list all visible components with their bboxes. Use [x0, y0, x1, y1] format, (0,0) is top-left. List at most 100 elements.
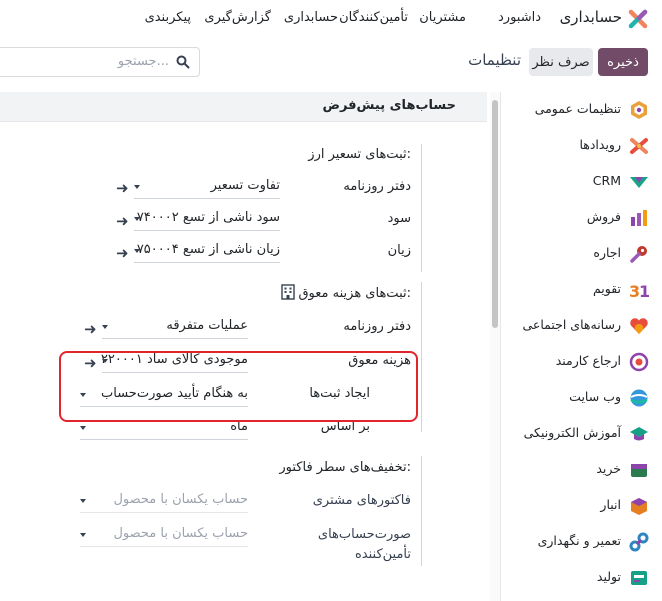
- sidebar-item-events[interactable]: رویدادها: [501, 128, 662, 164]
- crm-icon: [630, 177, 648, 188]
- internal-link-arrow-icon[interactable]: ➜: [116, 214, 129, 229]
- menu-customers[interactable]: مشتریان: [419, 10, 466, 25]
- loss-label: زیان: [387, 243, 411, 258]
- app-name[interactable]: حسابداری: [560, 8, 622, 26]
- sidebar-item-label: وب سایت: [569, 389, 621, 404]
- calendar-icon: 31: [629, 282, 649, 300]
- sidebar-item-general-settings[interactable]: تنظیمات عمومی: [501, 92, 662, 128]
- general-settings-icon: [631, 101, 647, 119]
- sidebar-item-employee-referral[interactable]: ارجاع کارمند: [501, 344, 662, 380]
- menu-vendors[interactable]: تأمین‌کنندگان: [339, 10, 408, 25]
- sidebar-item-label: آموزش الکترونیکی: [523, 425, 621, 440]
- sidebar-item-label: رسانه‌های اجتماعی: [522, 317, 621, 332]
- section-header: حساب‌های پیش‌فرض: [0, 92, 487, 122]
- elearning-icon: [630, 427, 648, 441]
- sidebar-item-social-media[interactable]: رسانه‌های اجتماعی: [501, 308, 662, 344]
- scrollbar-thumb[interactable]: [492, 100, 498, 328]
- dropdown-caret-icon[interactable]: [102, 325, 108, 329]
- sidebar-item-label: رویدادها: [579, 137, 621, 152]
- svg-text:1: 1: [639, 282, 649, 300]
- menu-accounting[interactable]: حسابداری: [284, 10, 338, 25]
- employee-referral-icon: [629, 352, 649, 372]
- deferred-journal-value: عملیات متفرقه: [166, 318, 248, 333]
- internal-link-arrow-icon[interactable]: ➜: [84, 322, 97, 337]
- sidebar-item-label: اجاره: [593, 245, 621, 260]
- section-title: حساب‌های پیش‌فرض: [322, 98, 456, 113]
- discard-button[interactable]: صرف نظر: [529, 48, 593, 76]
- accounting-app-icon[interactable]: [628, 9, 648, 29]
- manufacturing-icon: [631, 571, 647, 585]
- sidebar-item-maintenance[interactable]: تعمیر و نگهداری: [501, 524, 662, 560]
- inventory-icon: [631, 498, 647, 515]
- vendor-bills-label-line2: تأمین‌کننده: [354, 547, 411, 562]
- discount-group-title: تخفیف‌های سطر فاکتور:: [279, 460, 411, 475]
- search-placeholder: جستجو...: [117, 54, 169, 69]
- sidebar-item-label: CRM: [592, 173, 621, 188]
- sidebar-item-crm[interactable]: CRM: [501, 164, 662, 200]
- deferred-journal-field[interactable]: عملیات متفرقه: [102, 317, 248, 339]
- vendor-bills-label-line1: صورت‌حساب‌های: [317, 527, 411, 542]
- loss-account-value: ۷۵۰۰۰۴ زیان ناشی از تسع: [136, 242, 280, 257]
- page-title: تنظیمات: [468, 51, 521, 69]
- sidebar-item-website[interactable]: وب سایت: [501, 380, 662, 416]
- settings-sidebar: تنظیمات عمومی رویدادها CRM فروش اجاره 31…: [500, 92, 662, 601]
- settings-scrollbar[interactable]: [490, 92, 500, 601]
- control-panel: ذخیره صرف نظر تنظیمات جستجو...: [0, 40, 662, 84]
- exchange-journal-value: تفاوت تسعیر: [210, 178, 280, 193]
- menu-dashboard[interactable]: داشبورد: [498, 10, 541, 25]
- sidebar-item-inventory[interactable]: انبار: [501, 488, 662, 524]
- exchange-journal-label: دفتر روزنامه: [343, 179, 411, 194]
- internal-link-arrow-icon[interactable]: ➜: [116, 246, 129, 261]
- gain-account-value: ۷۴۰۰۰۲ سود ناشی از تسع: [136, 210, 280, 225]
- dropdown-caret-icon[interactable]: [80, 499, 86, 503]
- loss-account-field[interactable]: ۷۵۰۰۰۴ زیان ناشی از تسع: [134, 241, 280, 263]
- exchange-group-title: ثبت‌های تسعیر ارز:: [308, 147, 411, 162]
- sales-icon: [631, 210, 647, 226]
- sidebar-item-label: تقویم: [592, 281, 621, 296]
- group-divider: [421, 282, 422, 432]
- settings-content: حساب‌های پیش‌فرض ثبت‌های تسعیر ارز: دفتر…: [0, 92, 487, 601]
- company-building-icon: [281, 284, 295, 300]
- rental-icon: [630, 246, 647, 263]
- gain-label: سود: [387, 211, 411, 226]
- sidebar-item-label: تولید: [596, 569, 621, 584]
- purchase-icon: [631, 464, 647, 477]
- sidebar-item-label: انبار: [600, 497, 621, 512]
- sidebar-item-manufacturing[interactable]: تولید: [501, 560, 662, 596]
- group-divider: [421, 144, 422, 272]
- events-icon: [630, 138, 648, 154]
- save-button[interactable]: ذخیره: [598, 48, 648, 76]
- sidebar-item-label: خرید: [596, 461, 621, 476]
- sidebar-item-sales[interactable]: فروش: [501, 200, 662, 236]
- deferred-journal-label: دفتر روزنامه: [343, 319, 411, 334]
- top-navbar: حسابداری داشبورد مشتریان تأمین‌کنندگان ح…: [0, 0, 662, 36]
- dropdown-caret-icon[interactable]: [134, 185, 140, 189]
- search-icon[interactable]: [176, 55, 190, 69]
- dropdown-caret-icon[interactable]: [80, 533, 86, 537]
- sidebar-item-label: تنظیمات عمومی: [534, 101, 621, 116]
- social-media-icon: [630, 318, 648, 334]
- dropdown-caret-icon[interactable]: [80, 426, 86, 430]
- menu-reporting[interactable]: گزارش‌گیری: [204, 10, 271, 25]
- search-input[interactable]: جستجو...: [0, 47, 200, 77]
- deferred-group-title: ثبت‌های هزینه معوق:: [298, 286, 411, 301]
- customer-discount-account-field[interactable]: حساب یکسان با محصول: [80, 491, 248, 513]
- group-divider: [421, 456, 422, 566]
- customer-invoices-label: فاکتورهای مشتری: [312, 493, 411, 508]
- highlight-annotation: [59, 351, 418, 422]
- vendor-discount-placeholder: حساب یکسان با محصول: [113, 526, 248, 541]
- exchange-journal-field[interactable]: تفاوت تسعیر: [134, 177, 280, 199]
- sidebar-item-label: ارجاع کارمند: [555, 353, 621, 368]
- sidebar-item-purchase[interactable]: خرید: [501, 452, 662, 488]
- gain-account-field[interactable]: ۷۴۰۰۰۲ سود ناشی از تسع: [134, 209, 280, 231]
- sidebar-item-elearning[interactable]: آموزش الکترونیکی: [501, 416, 662, 452]
- dropdown-caret-icon[interactable]: [134, 249, 140, 253]
- vendor-discount-account-field[interactable]: حساب یکسان با محصول: [80, 525, 248, 547]
- website-icon: [630, 389, 648, 407]
- dropdown-caret-icon[interactable]: [134, 217, 140, 221]
- sidebar-item-rental[interactable]: اجاره: [501, 236, 662, 272]
- internal-link-arrow-icon[interactable]: ➜: [116, 181, 129, 196]
- customer-discount-placeholder: حساب یکسان با محصول: [113, 492, 248, 507]
- menu-configuration[interactable]: پیکربندی: [145, 10, 191, 25]
- sidebar-item-calendar[interactable]: 31 تقویم: [501, 272, 662, 308]
